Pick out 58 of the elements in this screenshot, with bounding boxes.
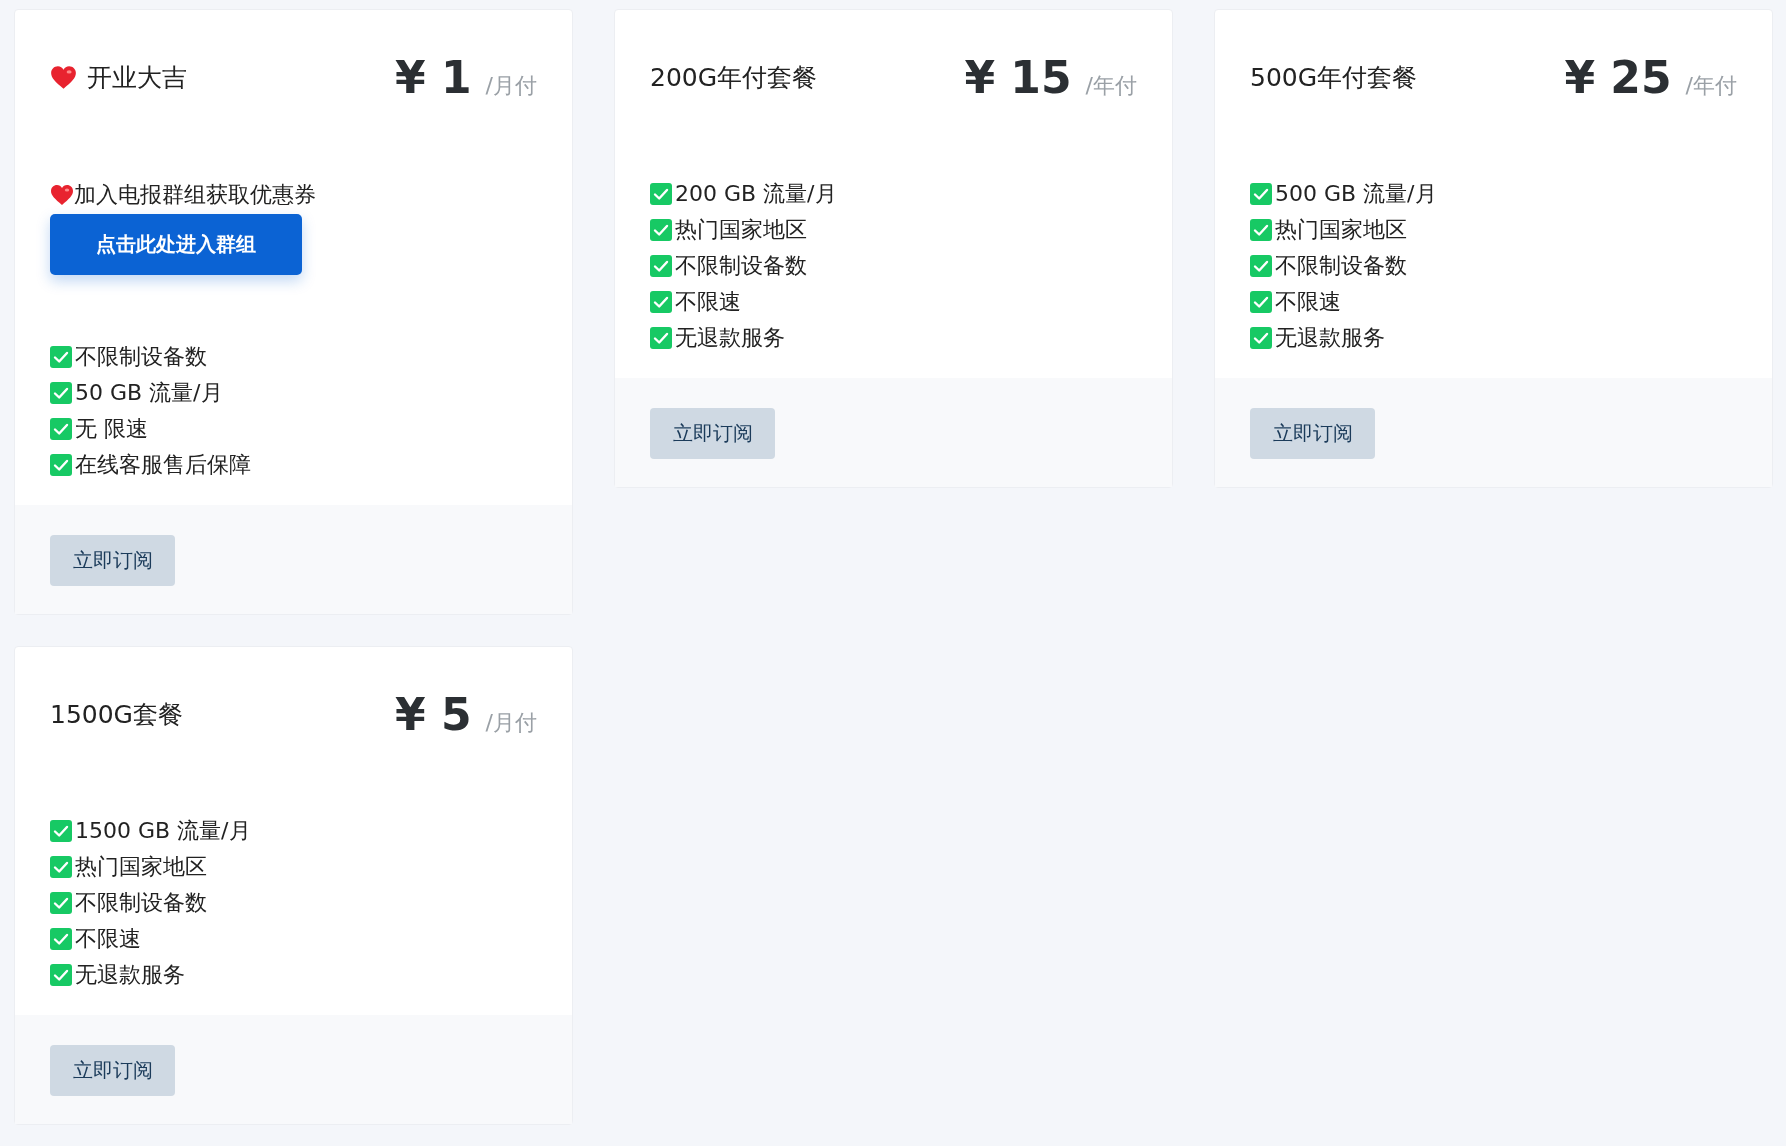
checkbox-icon	[50, 820, 72, 842]
checkbox-icon	[50, 418, 72, 440]
plan-title: 500G年付套餐	[1250, 61, 1418, 94]
subscribe-button[interactable]: 立即订阅	[1250, 408, 1375, 459]
plan-price: ¥ 5	[395, 688, 472, 740]
feature-text: 无退款服务	[675, 324, 785, 352]
feature-text: 无退款服务	[1275, 324, 1385, 352]
heart-icon	[50, 184, 74, 206]
checkbox-icon	[50, 856, 72, 878]
checkbox-icon	[1250, 183, 1272, 205]
feature-text: 不限速	[675, 288, 741, 316]
subscribe-button[interactable]: 立即订阅	[50, 535, 175, 586]
promo-text: 加入电报群组获取优惠券	[74, 181, 316, 209]
checkbox-icon	[50, 454, 72, 476]
checkbox-icon	[1250, 327, 1272, 349]
billing-period: /月付	[485, 708, 537, 737]
checkbox-icon	[1250, 291, 1272, 313]
subscribe-button[interactable]: 立即订阅	[50, 1045, 175, 1096]
checkbox-icon	[1250, 219, 1272, 241]
feature-text: 热门国家地区	[75, 853, 207, 881]
feature-text: 200 GB 流量/月	[675, 180, 837, 208]
billing-period: /月付	[485, 71, 537, 100]
feature-text: 不限速	[75, 925, 141, 953]
plan-title: 200G年付套餐	[650, 61, 818, 94]
feature-text: 不限制设备数	[75, 343, 207, 371]
feature-text: 不限制设备数	[675, 252, 807, 280]
plan-price: ¥ 15	[964, 51, 1072, 103]
feature-text: 不限速	[1275, 288, 1341, 316]
feature-text: 无 限速	[75, 415, 148, 443]
checkbox-icon	[50, 892, 72, 914]
heart-icon	[50, 64, 77, 90]
checkbox-icon	[650, 327, 672, 349]
feature-text: 热门国家地区	[675, 216, 807, 244]
checkbox-icon	[650, 255, 672, 277]
checkbox-icon	[650, 183, 672, 205]
checkbox-icon	[50, 346, 72, 368]
billing-period: /年付	[1685, 71, 1737, 100]
feature-text: 热门国家地区	[1275, 216, 1407, 244]
checkbox-icon	[50, 964, 72, 986]
checkbox-icon	[50, 928, 72, 950]
checkbox-icon	[650, 219, 672, 241]
join-group-button[interactable]: 点击此处进入群组	[50, 214, 302, 275]
plan-price: ¥ 25	[1564, 51, 1672, 103]
feature-text: 无退款服务	[75, 961, 185, 989]
subscribe-button[interactable]: 立即订阅	[650, 408, 775, 459]
feature-text: 不限制设备数	[1275, 252, 1407, 280]
checkbox-icon	[650, 291, 672, 313]
feature-text: 50 GB 流量/月	[75, 379, 223, 407]
feature-text: 在线客服售后保障	[75, 451, 251, 479]
plan-title: 开业大吉	[87, 61, 187, 94]
plan-title: 1500G套餐	[50, 698, 183, 731]
checkbox-icon	[1250, 255, 1272, 277]
plan-price: ¥ 1	[395, 51, 472, 103]
feature-text: 1500 GB 流量/月	[75, 817, 251, 845]
feature-text: 500 GB 流量/月	[1275, 180, 1437, 208]
feature-text: 不限制设备数	[75, 889, 207, 917]
billing-period: /年付	[1085, 71, 1137, 100]
checkbox-icon	[50, 382, 72, 404]
